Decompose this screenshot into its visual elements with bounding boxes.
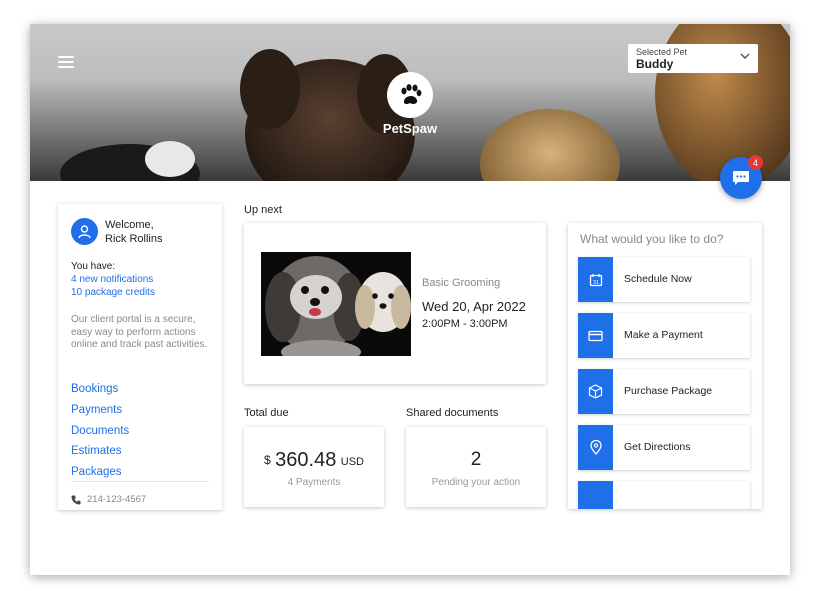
- more-action-button[interactable]: [578, 481, 750, 509]
- up-next-card[interactable]: Basic Grooming Wed 20, Apr 2022 2:00PM -…: [244, 223, 546, 384]
- selected-pet-value: Buddy: [636, 57, 674, 71]
- package-credits-link[interactable]: 10 package credits: [71, 286, 155, 299]
- get-directions-button[interactable]: Get Directions: [578, 425, 750, 470]
- currency-code: USD: [340, 456, 364, 468]
- appointment-service: Basic Grooming: [422, 277, 501, 289]
- schedule-now-button[interactable]: 31 Schedule Now: [578, 257, 750, 302]
- shared-documents-title: Shared documents: [406, 407, 499, 419]
- calendar-icon: 31: [578, 257, 613, 302]
- chevron-down-icon: [740, 53, 750, 60]
- phone-contact[interactable]: 214-123-4567: [71, 494, 146, 505]
- total-due-amount: $ 360.48 USD: [244, 449, 384, 472]
- svg-text:31: 31: [592, 280, 598, 286]
- package-box-icon: [578, 369, 613, 414]
- get-directions-label: Get Directions: [624, 441, 691, 453]
- welcome-message: Welcome, Rick Rollins: [105, 218, 162, 246]
- nav-bookings[interactable]: Bookings: [71, 379, 209, 400]
- chat-bubble-icon: [733, 171, 749, 185]
- menu-hamburger-icon[interactable]: [58, 56, 74, 68]
- action-icon: [578, 481, 613, 509]
- schedule-now-label: Schedule Now: [624, 273, 692, 285]
- actions-card: What would you like to do? 31 Schedule N…: [568, 223, 762, 509]
- app-frame: PetSpaw Selected Pet Buddy 4 Welcome, Ri…: [30, 24, 790, 575]
- portal-nav: Bookings Payments Documents Estimates Pa…: [71, 379, 209, 483]
- hero-banner: PetSpaw Selected Pet Buddy: [30, 24, 790, 181]
- actions-title: What would you like to do?: [580, 232, 724, 246]
- payments-count: 4 Payments: [287, 477, 341, 488]
- chat-notification-badge: 4: [748, 155, 763, 170]
- welcome-card: Welcome, Rick Rollins You have: 4 new no…: [58, 204, 222, 510]
- brand-name: PetSpaw: [382, 121, 438, 136]
- user-name: Rick Rollins: [105, 233, 163, 245]
- portal-description: Our client portal is a secure, easy way …: [71, 314, 208, 350]
- appointment-time: 2:00PM - 3:00PM: [422, 318, 508, 330]
- documents-count: 2: [470, 449, 482, 470]
- nav-documents[interactable]: Documents: [71, 421, 209, 442]
- up-next-title: Up next: [244, 204, 282, 216]
- selected-pet-label: Selected Pet: [636, 47, 688, 57]
- appointment-dogs-photo: [261, 252, 411, 356]
- credit-card-icon: [578, 313, 613, 358]
- notifications-link[interactable]: 4 new notifications: [71, 273, 155, 286]
- you-have-summary: You have: 4 new notifications 10 package…: [71, 260, 155, 299]
- make-payment-label: Make a Payment: [624, 329, 703, 341]
- nav-payments[interactable]: Payments: [71, 400, 209, 421]
- total-due-card[interactable]: $ 360.48 USD 4 Payments: [244, 427, 384, 507]
- phone-icon: [71, 495, 81, 504]
- phone-number: 214-123-4567: [87, 494, 147, 505]
- purchase-package-label: Purchase Package: [624, 385, 713, 397]
- total-due-title: Total due: [244, 407, 289, 419]
- shared-documents-card[interactable]: 2 Pending your action: [406, 427, 546, 507]
- location-pin-icon: [578, 425, 613, 470]
- welcome-greeting: Welcome,: [105, 219, 154, 231]
- amount-value: 360.48: [275, 449, 337, 471]
- user-avatar-icon: [71, 218, 98, 245]
- appointment-date: Wed 20, Apr 2022: [422, 299, 526, 314]
- make-payment-button[interactable]: Make a Payment: [578, 313, 750, 358]
- paw-logo-icon: [387, 72, 433, 118]
- nav-packages[interactable]: Packages: [71, 462, 209, 483]
- currency-symbol: $: [264, 453, 271, 467]
- divider: [71, 481, 209, 482]
- nav-estimates[interactable]: Estimates: [71, 441, 209, 462]
- purchase-package-button[interactable]: Purchase Package: [578, 369, 750, 414]
- you-have-label: You have:: [71, 261, 116, 272]
- selected-pet-dropdown[interactable]: Selected Pet Buddy: [628, 44, 758, 73]
- documents-status: Pending your action: [431, 477, 521, 488]
